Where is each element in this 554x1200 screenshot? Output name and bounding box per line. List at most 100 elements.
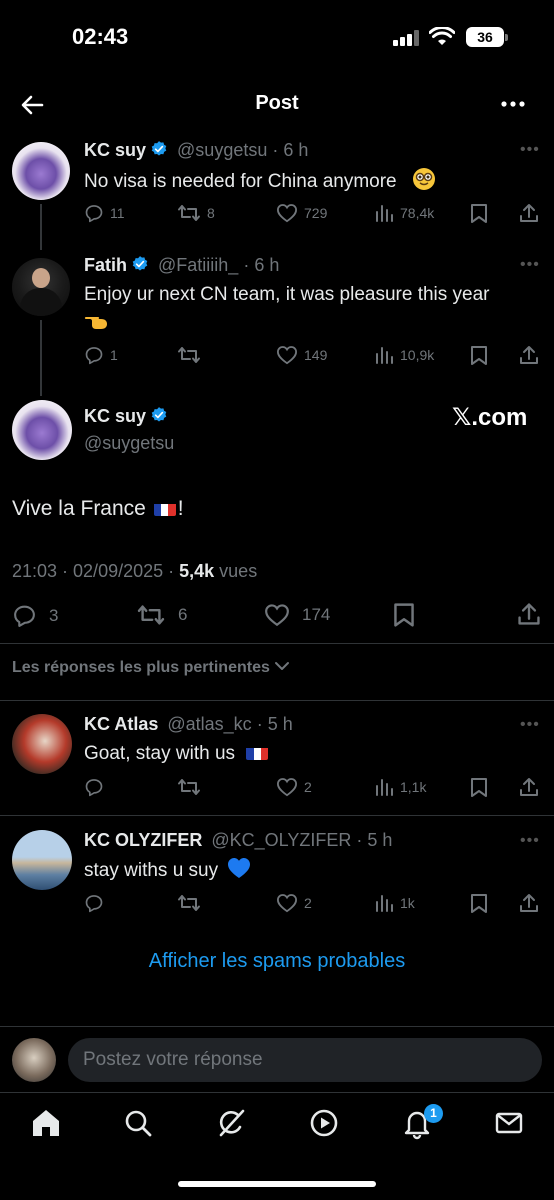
share-icon[interactable] — [518, 892, 540, 914]
divider — [0, 643, 554, 644]
post-time: · 5 h — [356, 830, 393, 850]
signal-icon — [393, 30, 421, 46]
post-more-icon[interactable]: ••• — [520, 716, 540, 734]
blue-heart-icon — [228, 858, 251, 878]
divider — [0, 1092, 554, 1093]
repost-button[interactable] — [177, 777, 207, 797]
share-icon[interactable] — [518, 202, 540, 224]
france-flag-icon — [246, 745, 269, 760]
thread-line — [40, 204, 42, 250]
more-options-icon[interactable] — [498, 92, 528, 116]
notifications-badge: 1 — [424, 1104, 443, 1123]
post-author-line: KC suy @suygetsu · 6 h — [84, 140, 308, 161]
post-more-icon[interactable]: ••• — [520, 141, 540, 159]
messages-icon[interactable] — [492, 1106, 526, 1140]
repost-icon — [178, 205, 200, 221]
avatar[interactable] — [12, 714, 72, 774]
avatar[interactable] — [12, 400, 72, 460]
repost-button[interactable] — [177, 345, 207, 365]
avatar[interactable] — [12, 830, 72, 890]
reply-icon — [85, 895, 103, 913]
views-button[interactable]: 1k — [374, 893, 415, 913]
bookmark-icon[interactable] — [470, 893, 488, 914]
post-more-icon[interactable]: ••• — [520, 256, 540, 274]
repost-icon — [178, 779, 200, 795]
author-name[interactable]: KC OLYZIFER — [84, 830, 202, 850]
home-icon[interactable] — [29, 1106, 63, 1140]
wifi-icon — [429, 27, 455, 45]
grok-icon[interactable] — [214, 1106, 248, 1140]
post-timestamp: 21:03 · 02/09/2025 · 5,4k vues — [12, 561, 258, 581]
reply-input[interactable]: Postez votre réponse — [68, 1038, 542, 1082]
heart-icon — [276, 204, 298, 223]
post-more-icon[interactable]: ••• — [520, 832, 540, 850]
reply-button[interactable] — [84, 893, 110, 913]
post-author-line: KC Atlas @atlas_kc · 5 h — [84, 714, 293, 735]
show-spam-link[interactable]: Afficher les spams probables — [0, 950, 554, 973]
main-post-text: Vive la France ! — [12, 497, 184, 520]
views-chart-icon — [376, 779, 393, 796]
nerd-face-icon — [412, 168, 435, 190]
post-text: No visa is needed for China anymore — [84, 167, 436, 195]
views-button[interactable]: 1,1k — [374, 777, 426, 797]
search-icon[interactable] — [121, 1106, 155, 1140]
reply-button[interactable]: 3 — [12, 603, 58, 628]
author-handle: @Fatiiiih_ — [158, 255, 239, 275]
reply-button[interactable] — [84, 777, 110, 797]
verified-badge-icon — [151, 141, 167, 156]
replies-sort-toggle[interactable]: Les réponses les plus pertinentes — [12, 659, 290, 677]
bookmark-icon[interactable] — [470, 777, 488, 798]
views-button[interactable]: 10,9k — [374, 345, 434, 365]
verified-badge-icon — [151, 407, 167, 422]
like-button[interactable]: 149 — [276, 345, 327, 365]
views-chart-icon — [376, 895, 393, 912]
like-button[interactable]: 729 — [276, 203, 327, 223]
views-chart-icon — [376, 347, 393, 364]
post-time: · 6 h — [272, 140, 309, 160]
author-name[interactable]: Fatih — [84, 255, 127, 275]
author-name[interactable]: KC suy — [84, 140, 146, 160]
reply-icon — [85, 347, 103, 365]
like-button[interactable]: 2 — [276, 893, 312, 913]
post-text: Goat, stay with us — [84, 741, 270, 767]
home-indicator — [178, 1181, 376, 1187]
avatar[interactable] — [12, 258, 70, 316]
avatar[interactable] — [12, 142, 70, 200]
post-author-line: Fatih @Fatiiiih_ · 6 h — [84, 255, 279, 276]
thread-line — [40, 320, 42, 396]
repost-icon — [137, 605, 165, 625]
share-icon[interactable] — [518, 344, 540, 366]
like-button[interactable]: 2 — [276, 777, 312, 797]
video-play-icon[interactable] — [307, 1106, 341, 1140]
post-text: stay withs u suy — [84, 857, 251, 884]
repost-button[interactable]: 8 — [177, 203, 215, 223]
author-handle: @KC_OLYZIFER — [211, 830, 352, 850]
author-name[interactable]: KC Atlas — [84, 714, 158, 734]
my-avatar — [12, 1038, 56, 1082]
repost-button[interactable]: 6 — [136, 603, 187, 627]
reply-button[interactable]: 11 — [84, 203, 125, 223]
author-name[interactable]: KC suy — [84, 406, 146, 426]
status-time: 02:43 — [72, 24, 129, 49]
reply-icon — [14, 605, 35, 627]
reply-button[interactable]: 1 — [84, 345, 118, 365]
reply-icon — [85, 205, 103, 223]
like-button[interactable]: 174 — [264, 603, 330, 627]
post-author-line: KC OLYZIFER @KC_OLYZIFER · 5 h — [84, 830, 392, 851]
views-count: 5,4k — [179, 561, 215, 581]
reply-icon — [85, 779, 103, 797]
repost-icon — [178, 347, 200, 363]
bookmark-icon[interactable] — [470, 345, 488, 366]
views-button[interactable]: 78,4k — [374, 203, 434, 223]
bookmark-icon[interactable] — [470, 203, 488, 224]
share-icon[interactable] — [518, 776, 540, 798]
bookmark-icon[interactable] — [393, 602, 415, 628]
france-flag-icon — [153, 501, 176, 516]
divider — [0, 700, 554, 701]
heart-icon — [276, 346, 298, 365]
repost-button[interactable] — [177, 893, 207, 913]
heart-icon — [276, 778, 298, 797]
author-handle: @suygetsu — [84, 433, 175, 453]
share-icon[interactable] — [516, 601, 542, 627]
main-author-name-line: KC suy — [84, 406, 168, 427]
